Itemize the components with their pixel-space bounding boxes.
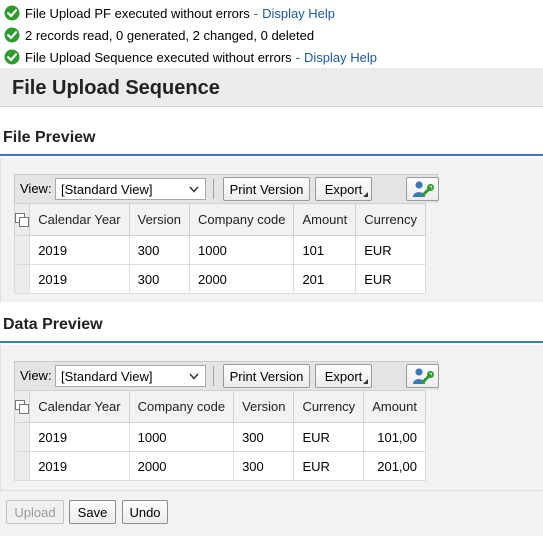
message-2: 2 records read, 0 generated, 2 changed, … [4, 25, 314, 45]
chevron-down-icon [189, 373, 199, 380]
message-1-separator: - [253, 5, 259, 21]
table-cell: EUR [293, 451, 365, 481]
data-preview-grid: Calendar Year Company code Version Curre… [13, 390, 426, 481]
message-1-text: File Upload PF executed without errors [25, 5, 250, 21]
upload-button[interactable]: Upload [6, 500, 64, 524]
save-button[interactable]: Save [69, 500, 116, 524]
table-cell: 2000 [128, 451, 235, 481]
table-cell: 101 [293, 235, 357, 265]
check-circle-icon [4, 49, 20, 65]
table-row: 2019 1000 300 EUR 101,00 [13, 422, 426, 452]
toolbar-separator [213, 179, 214, 199]
table-cell: 201,00 [363, 451, 426, 481]
footer-toolbar: Upload Save Undo [0, 490, 543, 536]
export-button-label: Export [324, 368, 363, 384]
export-button-label: Export [324, 181, 363, 197]
view-dropdown[interactable]: [Standard View] [55, 365, 206, 387]
check-circle-icon [4, 27, 20, 43]
table-row: 2019 300 2000 201 EUR [13, 264, 426, 294]
column-header[interactable]: Amount [293, 203, 357, 236]
row-selector[interactable] [13, 451, 31, 481]
file-preview-toolbar: View: [Standard View] Print Version Expo… [14, 174, 439, 203]
menu-corner-icon [363, 379, 368, 384]
data-preview-header: Data Preview [0, 311, 543, 343]
table-cell: 300 [128, 235, 190, 265]
table-cell: 2019 [29, 422, 130, 452]
table-cell: 300 [233, 422, 295, 452]
table-cell: 2000 [188, 264, 295, 294]
settings-button[interactable] [406, 177, 439, 201]
table-cell: 1000 [188, 235, 295, 265]
message-3-separator: - [295, 49, 300, 65]
table-cell: 300 [128, 264, 190, 294]
chevron-down-icon [189, 186, 199, 193]
column-header[interactable]: Calendar Year [29, 390, 130, 423]
select-all-cell[interactable] [13, 390, 31, 423]
select-all-cell[interactable] [13, 203, 31, 236]
column-header[interactable]: Version [233, 390, 295, 423]
menu-corner-icon [363, 192, 368, 197]
file-preview-title: File Preview [3, 129, 96, 146]
user-settings-icon [412, 181, 434, 197]
print-version-button[interactable]: Print Version [223, 177, 310, 201]
view-dropdown-value: [Standard View] [61, 369, 153, 384]
column-header[interactable]: Amount [363, 390, 426, 423]
view-dropdown-value: [Standard View] [61, 182, 153, 197]
data-preview-title: Data Preview [3, 316, 103, 333]
select-all-icon [15, 399, 30, 414]
row-selector[interactable] [13, 422, 31, 452]
message-3-help-link[interactable]: Display Help [304, 50, 377, 65]
column-header[interactable]: Company code [128, 390, 235, 423]
table-cell: 2019 [29, 235, 130, 265]
export-button[interactable]: Export [315, 177, 372, 201]
message-2-text: 2 records read, 0 generated, 2 changed, … [25, 27, 315, 43]
user-settings-icon [412, 368, 434, 384]
table-cell: 300 [233, 451, 295, 481]
toolbar-separator [213, 366, 214, 386]
table-cell: EUR [293, 422, 365, 452]
export-button[interactable]: Export [315, 364, 372, 388]
column-header[interactable]: Version [128, 203, 190, 236]
file-preview-header: File Preview [0, 124, 543, 156]
check-circle-icon [4, 5, 20, 21]
view-label: View: [20, 181, 52, 196]
data-preview-panel: View: [Standard View] Print Version Expo… [0, 345, 543, 490]
message-1-help-link[interactable]: Display Help [262, 6, 335, 21]
message-3: File Upload Sequence executed without er… [4, 47, 377, 67]
table-row: 2019 300 1000 101 EUR [13, 235, 426, 265]
table-cell: 101,00 [363, 422, 426, 452]
file-preview-panel: View: [Standard View] Print Version Expo… [0, 158, 543, 302]
select-all-icon [15, 212, 30, 227]
table-cell: EUR [355, 264, 426, 294]
table-cell: 201 [293, 264, 357, 294]
print-version-button[interactable]: Print Version [223, 364, 310, 388]
data-preview-toolbar: View: [Standard View] Print Version Expo… [14, 361, 439, 390]
table-row: 2019 2000 300 EUR 201,00 [13, 451, 426, 481]
column-header[interactable]: Currency [355, 203, 426, 236]
page-title: File Upload Sequence [12, 77, 220, 99]
row-selector[interactable] [13, 264, 31, 294]
view-dropdown[interactable]: [Standard View] [55, 178, 206, 200]
message-3-text: File Upload Sequence executed without er… [25, 49, 292, 65]
table-cell: EUR [355, 235, 426, 265]
view-label: View: [20, 368, 52, 383]
undo-button[interactable]: Undo [122, 500, 168, 524]
table-cell: 2019 [29, 451, 130, 481]
settings-button[interactable] [406, 364, 439, 388]
message-area: File Upload PF executed without errors -… [0, 0, 543, 68]
table-cell: 2019 [29, 264, 130, 294]
column-header[interactable]: Company code [188, 203, 295, 236]
file-preview-grid: Calendar Year Version Company code Amoun… [13, 203, 426, 294]
column-header[interactable]: Calendar Year [29, 203, 130, 236]
message-1: File Upload PF executed without errors -… [4, 3, 335, 23]
row-selector[interactable] [13, 235, 31, 265]
column-header[interactable]: Currency [293, 390, 365, 423]
page-header: File Upload Sequence [0, 68, 543, 107]
table-cell: 1000 [128, 422, 235, 452]
